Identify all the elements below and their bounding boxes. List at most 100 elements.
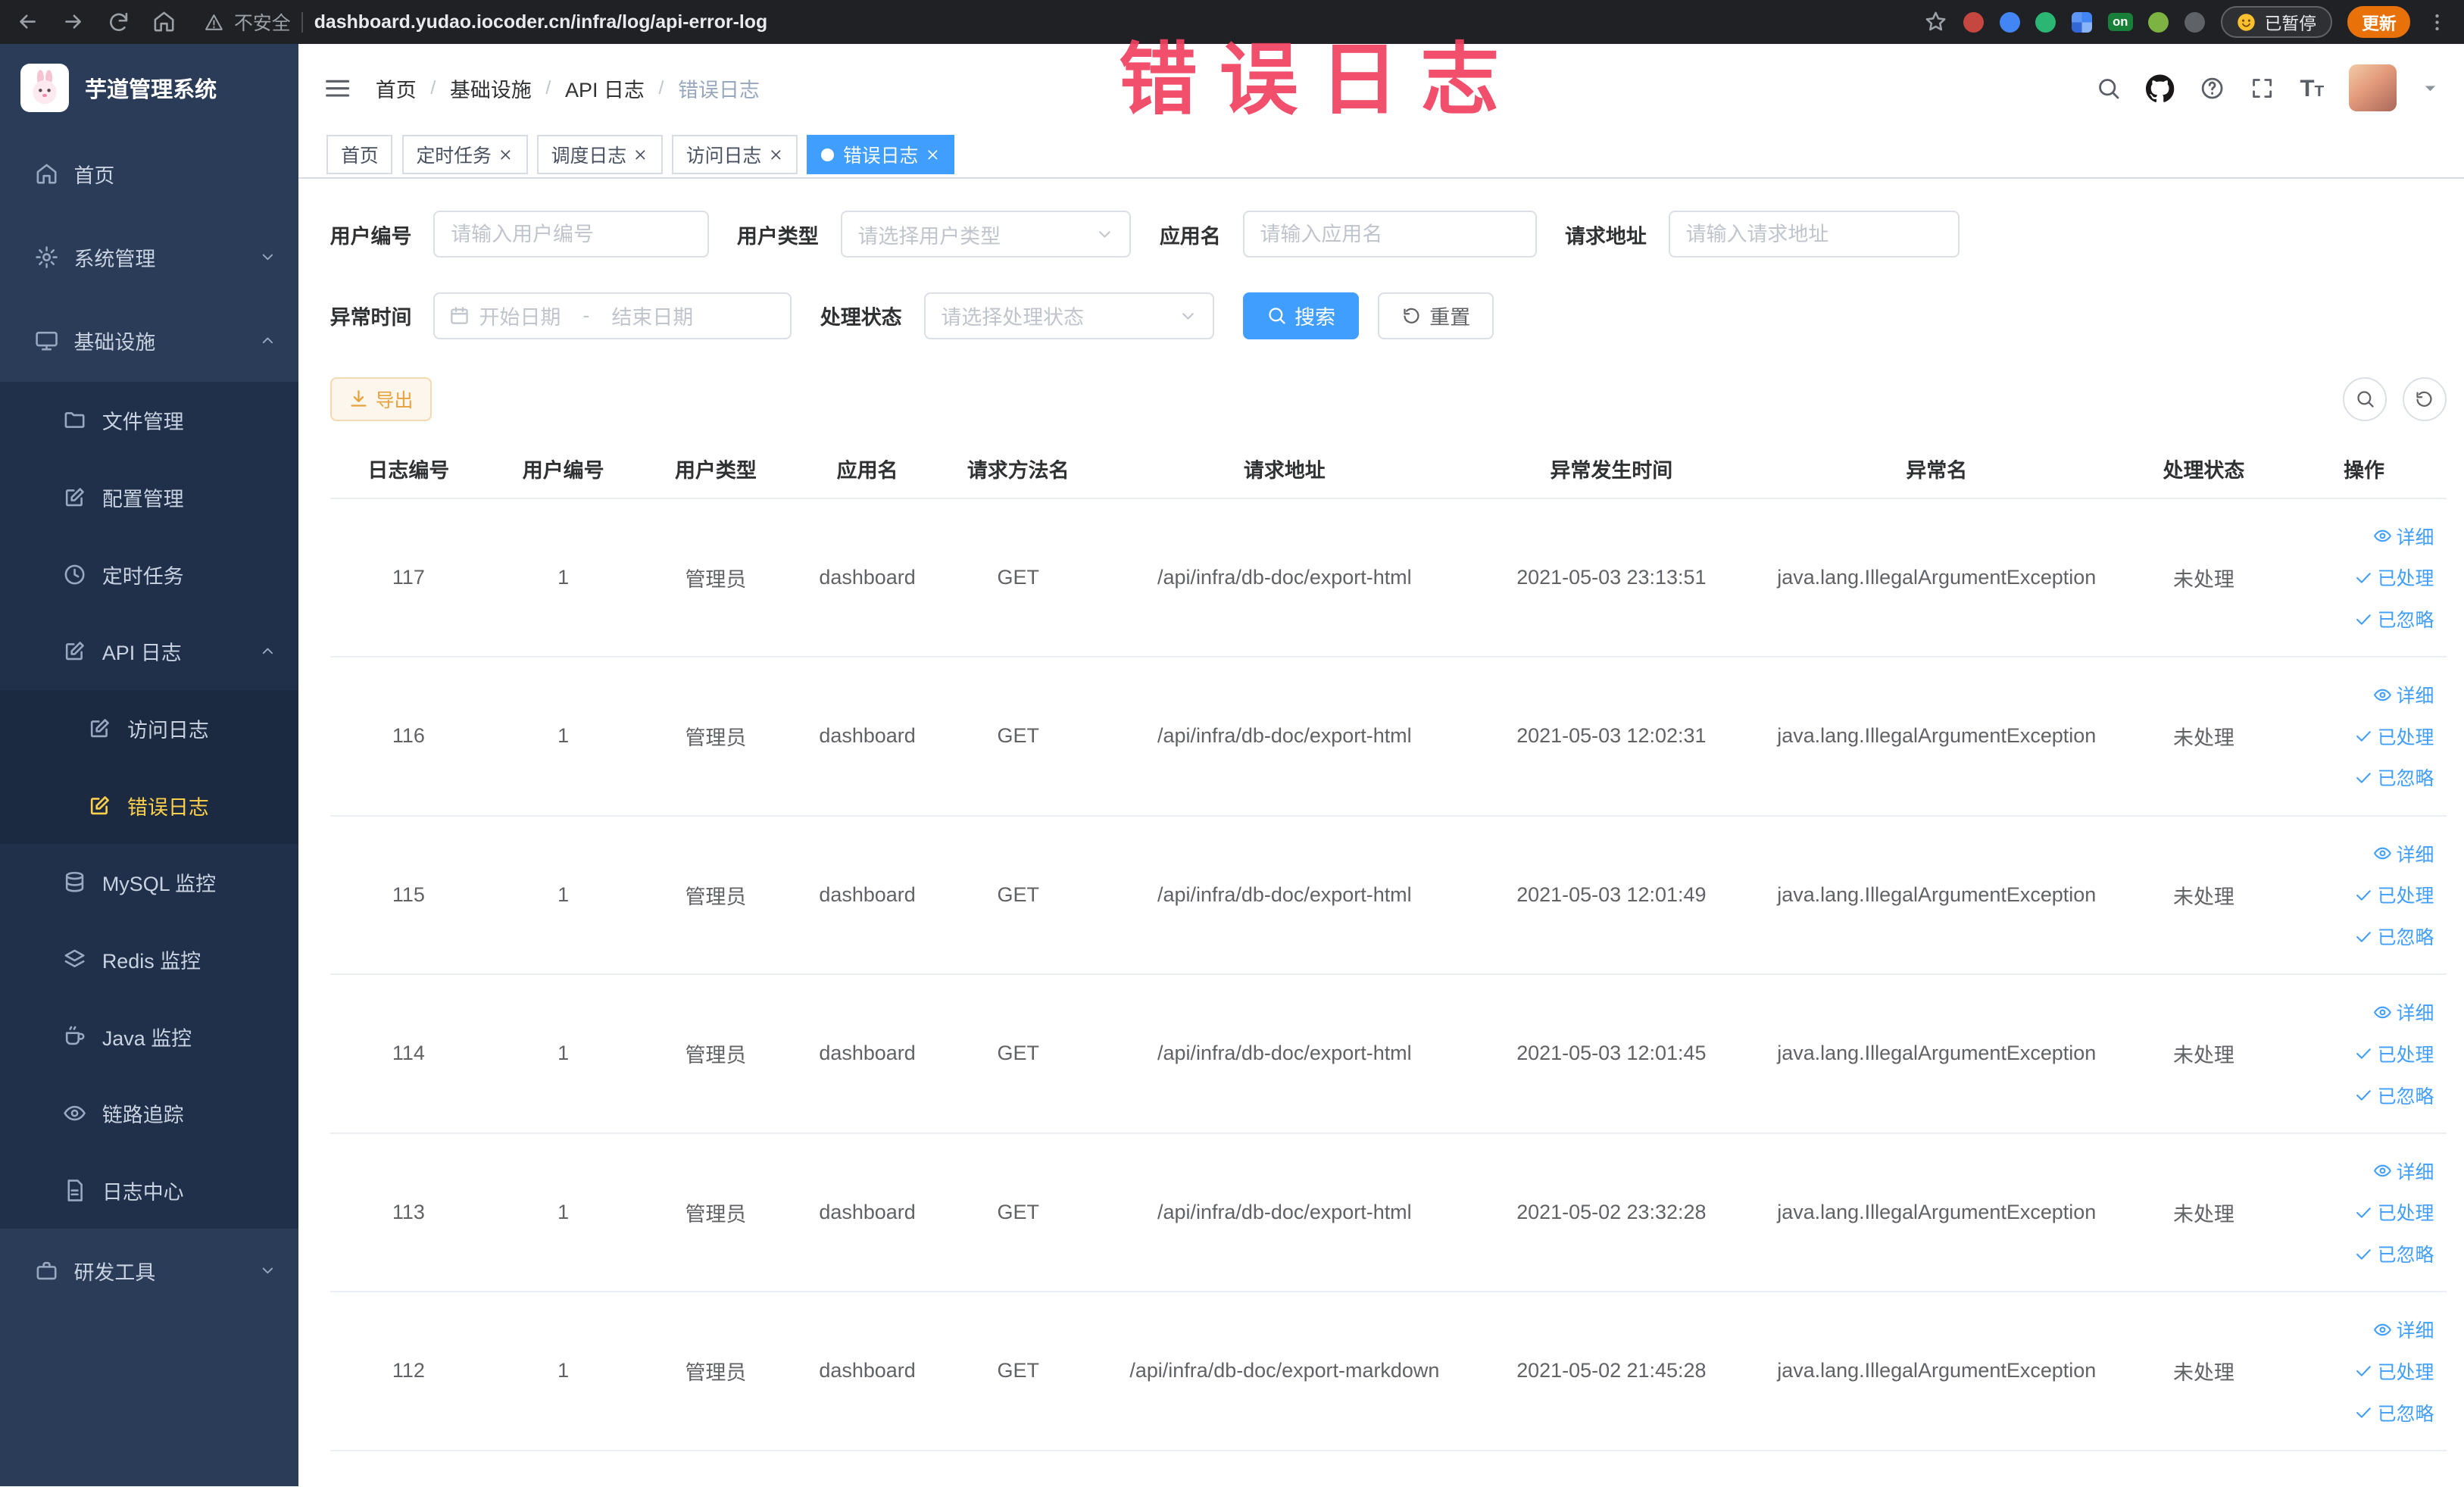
table-row: 117 1 管理员 dashboard GET /api/infra/db-do…	[329, 498, 2447, 658]
update-button[interactable]: 更新	[2347, 6, 2411, 38]
export-button[interactable]: 导出	[329, 376, 433, 421]
sidebar-item-log-center[interactable]: 日志中心	[0, 1151, 298, 1229]
font-size-icon[interactable]	[2300, 77, 2325, 100]
cell-method: GET	[942, 498, 1094, 658]
extension-icon[interactable]	[1999, 11, 2020, 33]
cell-exception-time: 2021-05-03 12:01:49	[1475, 815, 1747, 976]
close-icon[interactable]	[768, 147, 784, 163]
extension-icon[interactable]	[1963, 11, 1985, 33]
github-icon[interactable]	[2146, 74, 2174, 102]
extension-icon[interactable]	[2184, 11, 2205, 33]
sidebar-item-java-monitor[interactable]: Java 监控	[0, 998, 298, 1075]
row-actions: 详细 已处理 已忽略	[2288, 523, 2440, 633]
reset-button[interactable]: 重置	[1377, 292, 1494, 340]
sidebar-item-access-log[interactable]: 访问日志	[0, 689, 299, 767]
breadcrumb-item[interactable]: 基础设施	[450, 73, 532, 103]
ignored-link[interactable]: 已忽略	[2354, 1399, 2434, 1426]
sidebar-item-api-log[interactable]: API 日志	[0, 613, 298, 690]
processed-link[interactable]: 已处理	[2354, 1040, 2434, 1067]
extension-icon[interactable]	[2035, 11, 2056, 33]
close-icon[interactable]	[925, 147, 941, 163]
tab-schedule-log[interactable]: 调度日志	[537, 135, 663, 175]
sidebar-item-home[interactable]: 首页	[0, 132, 298, 215]
extension-icon[interactable]	[2148, 11, 2169, 33]
tab-home[interactable]: 首页	[326, 135, 393, 175]
search-button[interactable]: 搜索	[1242, 292, 1360, 340]
cell-operations: 详细 已处理 已忽略	[2281, 657, 2447, 817]
sidebar-item-error-log[interactable]: 错误日志	[0, 767, 299, 844]
search-icon[interactable]	[2096, 76, 2121, 101]
processed-link[interactable]: 已处理	[2354, 881, 2434, 908]
sidebar-item-file-management[interactable]: 文件管理	[0, 382, 298, 459]
filter-label: 用户类型	[736, 224, 819, 248]
ignored-link[interactable]: 已忽略	[2354, 1082, 2434, 1109]
refresh-button[interactable]	[2402, 376, 2447, 421]
filter-buttons: 搜索 重置	[1242, 292, 1494, 340]
home-icon[interactable]	[152, 10, 176, 33]
toggle-search-button[interactable]	[2343, 376, 2387, 421]
processed-link[interactable]: 已处理	[2354, 1198, 2434, 1226]
hamburger-icon[interactable]	[323, 74, 351, 102]
extension-on-badge[interactable]: on	[2107, 12, 2133, 32]
sidebar-item-config-management[interactable]: 配置管理	[0, 459, 298, 536]
sidebar-item-redis-monitor[interactable]: Redis 监控	[0, 921, 298, 998]
breadcrumb-item[interactable]: 首页	[376, 73, 417, 103]
forward-icon[interactable]	[61, 10, 85, 33]
breadcrumb-item[interactable]: API 日志	[565, 73, 645, 103]
cell-request-url: /api/infra/db-doc/export-html	[1093, 657, 1476, 817]
table-header-row: 日志编号 用户编号 用户类型 应用名 请求方法名 请求地址 异常发生时间 异常名…	[329, 439, 2447, 499]
tab-scheduled-tasks[interactable]: 定时任务	[401, 135, 528, 175]
ignored-link[interactable]: 已忽略	[2354, 764, 2434, 791]
processed-link[interactable]: 已处理	[2354, 723, 2434, 750]
annotation-text: 错误日志	[1119, 35, 1522, 123]
paused-badge[interactable]: 已暂停	[2220, 6, 2332, 38]
ignored-link[interactable]: 已忽略	[2354, 1240, 2434, 1267]
detail-link[interactable]: 详细	[2373, 998, 2434, 1026]
process-status-select[interactable]: 请选择处理状态	[923, 292, 1215, 340]
detail-link[interactable]: 详细	[2373, 523, 2434, 550]
sidebar-item-system-management[interactable]: 系统管理	[0, 215, 298, 298]
sidebar-item-infrastructure[interactable]: 基础设施	[0, 298, 298, 382]
detail-link[interactable]: 详细	[2373, 1316, 2434, 1343]
request-url-input[interactable]	[1668, 210, 1960, 258]
ignored-link[interactable]: 已忽略	[2354, 923, 2434, 950]
processed-link[interactable]: 已处理	[2354, 564, 2434, 591]
sidebar-item-trace[interactable]: 链路追踪	[0, 1075, 298, 1152]
user-id-input[interactable]	[433, 210, 709, 258]
close-icon[interactable]	[498, 147, 514, 163]
sidebar-item-scheduled-tasks[interactable]: 定时任务	[0, 536, 298, 613]
close-icon[interactable]	[632, 147, 648, 163]
active-tab-dot	[820, 148, 834, 161]
detail-link[interactable]: 详细	[2373, 840, 2434, 867]
user-type-select[interactable]: 请选择用户类型	[840, 210, 1132, 258]
tab-error-log[interactable]: 错误日志	[807, 135, 955, 175]
column-header: 请求地址	[1093, 439, 1476, 499]
cell-app-name: dashboard	[792, 657, 943, 817]
sidebar-item-mysql-monitor[interactable]: MySQL 监控	[0, 844, 298, 921]
reload-icon[interactable]	[107, 10, 130, 33]
logo[interactable]: 芋道管理系统	[0, 44, 298, 132]
extension-grid-icon[interactable]	[2072, 11, 2093, 33]
link-label: 已忽略	[2377, 768, 2434, 790]
menu-label: Java 监控	[101, 1026, 192, 1050]
ignored-link[interactable]: 已忽略	[2354, 605, 2434, 633]
cell-app-name: dashboard	[792, 974, 943, 1134]
processed-link[interactable]: 已处理	[2354, 1357, 2434, 1385]
exception-time-range[interactable]: 开始日期 - 结束日期	[433, 292, 792, 340]
detail-link[interactable]: 详细	[2373, 681, 2434, 708]
help-icon[interactable]	[2200, 76, 2225, 101]
menu-label: 系统管理	[73, 247, 156, 270]
fullscreen-icon[interactable]	[2250, 76, 2275, 101]
sidebar-item-dev-tools[interactable]: 研发工具	[0, 1229, 298, 1312]
detail-link[interactable]: 详细	[2373, 1157, 2434, 1185]
tab-access-log[interactable]: 访问日志	[672, 135, 798, 175]
filter-label: 请求地址	[1564, 224, 1647, 248]
avatar[interactable]	[2349, 64, 2397, 112]
bookmark-star-icon[interactable]	[1924, 10, 1947, 33]
chevron-down-icon[interactable]	[2422, 80, 2439, 97]
tab-label: 定时任务	[416, 145, 492, 167]
app-name-input[interactable]	[1242, 210, 1537, 258]
back-icon[interactable]	[16, 10, 39, 33]
browser-menu-icon[interactable]	[2426, 11, 2448, 33]
address-bar[interactable]: 不安全 dashboard.yudao.iocoder.cn/infra/log…	[205, 8, 1906, 36]
